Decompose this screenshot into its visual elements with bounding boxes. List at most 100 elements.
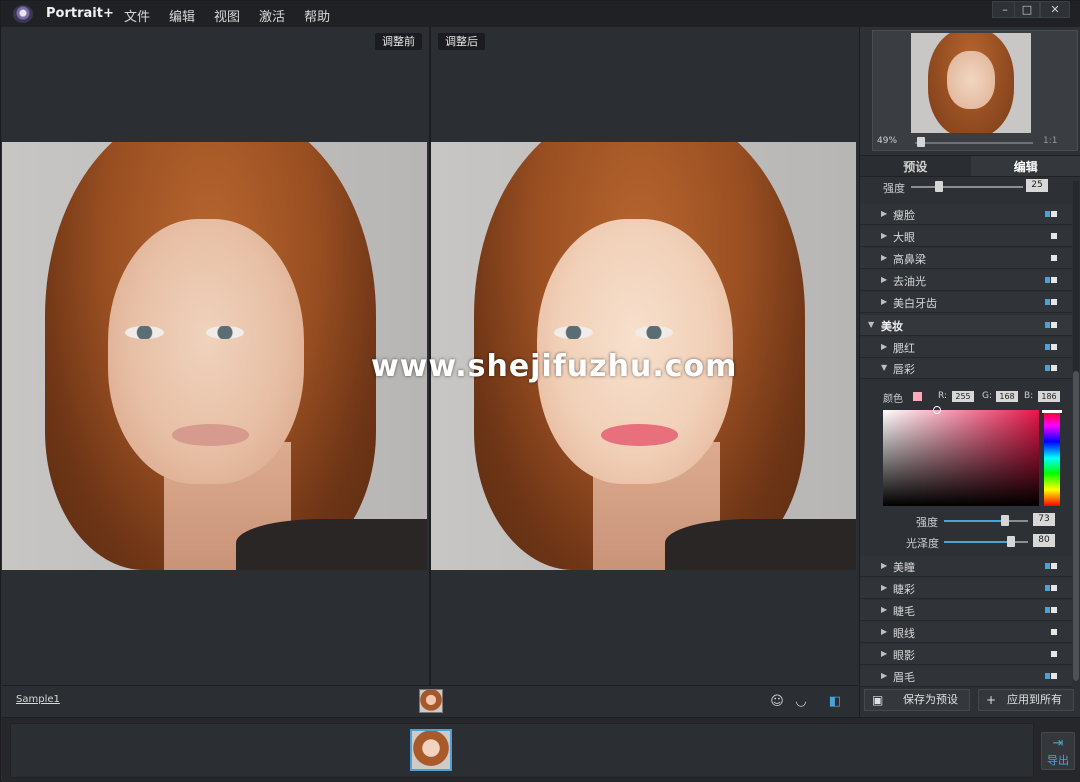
apply-all-label: 应用到所有: [1007, 693, 1062, 706]
item-label: 去油光: [893, 275, 926, 288]
list-item-blush[interactable]: ▶ 腮红: [860, 337, 1072, 358]
chevron-right-icon: ▶: [881, 605, 888, 614]
list-item-feature-0[interactable]: ▶ 瘦脸: [860, 204, 1072, 225]
r-label: R:: [938, 391, 948, 401]
gloss-fill: [944, 541, 1011, 543]
saturation-value-picker[interactable]: [883, 410, 1039, 506]
scrollbar-thumb[interactable]: [1073, 371, 1079, 681]
plus-icon: +: [986, 693, 997, 707]
export-icon: ⇥: [1052, 736, 1064, 751]
toggle-switch[interactable]: [1045, 277, 1057, 283]
file-bar: Sample1 ☺ ◡ ◧: [2, 685, 858, 717]
lips: [172, 424, 249, 446]
item-label: 眼影: [893, 649, 915, 662]
menu-file[interactable]: 文件: [124, 6, 150, 25]
chevron-right-icon: ▶: [881, 209, 888, 218]
tab-presets[interactable]: 预设: [860, 156, 971, 176]
chevron-right-icon: ▶: [881, 627, 888, 636]
toggle-switch[interactable]: [1051, 629, 1057, 635]
strength-knob[interactable]: [935, 181, 943, 192]
face-detect-icon[interactable]: ☺: [769, 694, 785, 710]
gloss-knob[interactable]: [1007, 536, 1015, 547]
toggle-switch[interactable]: [1045, 211, 1057, 217]
save-preset-button[interactable]: ▣ 保存为预设: [864, 689, 970, 711]
toggle-switch[interactable]: [1045, 673, 1057, 679]
file-name-link[interactable]: Sample1: [16, 694, 60, 705]
toggle-switch[interactable]: [1045, 585, 1057, 591]
hue-slider[interactable]: [1044, 410, 1060, 506]
list-item-lip-color[interactable]: ▼ 唇彩: [860, 358, 1072, 379]
shirt: [664, 518, 856, 570]
list-item-makeup-2[interactable]: ▶ 睫毛: [860, 600, 1072, 621]
list-item-makeup-5[interactable]: ▶ 眉毛: [860, 666, 1072, 687]
navigator: 49% 1:1: [872, 30, 1078, 151]
list-item-makeup-0[interactable]: ▶ 美瞳: [860, 556, 1072, 577]
chevron-right-icon: ▶: [881, 561, 888, 570]
shirt: [235, 518, 427, 570]
menu-edit[interactable]: 编辑: [169, 6, 195, 25]
toggle-switch[interactable]: [1051, 255, 1057, 261]
export-button[interactable]: ⇥ 导出: [1041, 732, 1075, 770]
maximize-button[interactable]: □: [1014, 1, 1040, 18]
zoom-slider-knob[interactable]: [917, 137, 925, 147]
close-button[interactable]: ✕: [1040, 1, 1070, 18]
chevron-down-icon: ▼: [868, 320, 875, 329]
toggle-switch[interactable]: [1045, 607, 1057, 613]
makeup-group-label: 美妆: [881, 320, 903, 333]
lip-strength-value[interactable]: 73: [1033, 513, 1055, 526]
toggle-switch[interactable]: [1045, 563, 1057, 569]
zoom-fit-button[interactable]: 1:1: [1043, 136, 1057, 146]
menu-help[interactable]: 帮助: [304, 6, 330, 25]
list-item-makeup-3[interactable]: ▶ 眼线: [860, 622, 1072, 643]
left-eye: [125, 326, 164, 339]
list-item-makeup-1[interactable]: ▶ 睫彩: [860, 578, 1072, 599]
g-value-input[interactable]: 168: [996, 391, 1018, 402]
chevron-right-icon: ▶: [881, 649, 888, 658]
menu-bar: 文件 编辑 视图 激活 帮助: [124, 6, 349, 25]
lip-strength-label: 强度: [916, 516, 938, 529]
menu-activate[interactable]: 激活: [259, 6, 285, 25]
filmstrip-thumb[interactable]: [410, 729, 452, 771]
chevron-right-icon: ▶: [881, 253, 888, 262]
zoom-slider-track[interactable]: [915, 142, 1033, 144]
before-photo[interactable]: [2, 142, 427, 570]
toggle-switch[interactable]: [1045, 344, 1057, 350]
makeup-group-row[interactable]: ▼ 美妆: [860, 315, 1072, 336]
hue-marker[interactable]: [1042, 410, 1062, 413]
lips: [601, 424, 678, 446]
toggle-switch[interactable]: [1045, 322, 1057, 328]
list-item-makeup-4[interactable]: ▶ 眼影: [860, 644, 1072, 665]
lip-strength-knob[interactable]: [1001, 515, 1009, 526]
color-swatch[interactable]: [913, 392, 922, 401]
strength-track[interactable]: [911, 186, 1023, 188]
item-label: 美瞳: [893, 561, 915, 574]
panel-scrollbar[interactable]: [1073, 181, 1079, 681]
toggle-switch[interactable]: [1051, 233, 1057, 239]
tab-edit[interactable]: 编辑: [970, 156, 1080, 176]
gloss-value[interactable]: 80: [1033, 534, 1055, 547]
panel-tabs: 预设 编辑: [860, 155, 1080, 177]
chevron-right-icon: ▶: [881, 671, 888, 680]
navigator-thumbnail[interactable]: [911, 33, 1031, 133]
lip-strength-fill: [944, 520, 1005, 522]
smile-icon[interactable]: ◡: [793, 694, 809, 710]
current-photo-thumb[interactable]: [419, 689, 443, 713]
strength-value[interactable]: 25: [1026, 179, 1048, 192]
app-logo-icon: [13, 5, 33, 23]
toggle-switch[interactable]: [1051, 651, 1057, 657]
list-item-feature-1[interactable]: ▶ 大眼: [860, 226, 1072, 247]
apply-all-button[interactable]: + 应用到所有: [978, 689, 1074, 711]
list-item-feature-4[interactable]: ▶ 美白牙齿: [860, 292, 1072, 313]
toggle-switch[interactable]: [1045, 299, 1057, 305]
toggle-switch[interactable]: [1045, 365, 1057, 371]
picker-cursor[interactable]: [933, 406, 941, 414]
r-value-input[interactable]: 255: [952, 391, 974, 402]
b-value-input[interactable]: 186: [1038, 391, 1060, 402]
title-bar: Portrait+ 文件 编辑 视图 激活 帮助 – □ ✕: [1, 1, 1080, 27]
item-label: 美白牙齿: [893, 297, 937, 310]
split-view-icon[interactable]: ◧: [827, 694, 843, 710]
list-item-feature-2[interactable]: ▶ 高鼻梁: [860, 248, 1072, 269]
list-item-feature-3[interactable]: ▶ 去油光: [860, 270, 1072, 291]
menu-view[interactable]: 视图: [214, 6, 240, 25]
chevron-right-icon: ▶: [881, 275, 888, 284]
